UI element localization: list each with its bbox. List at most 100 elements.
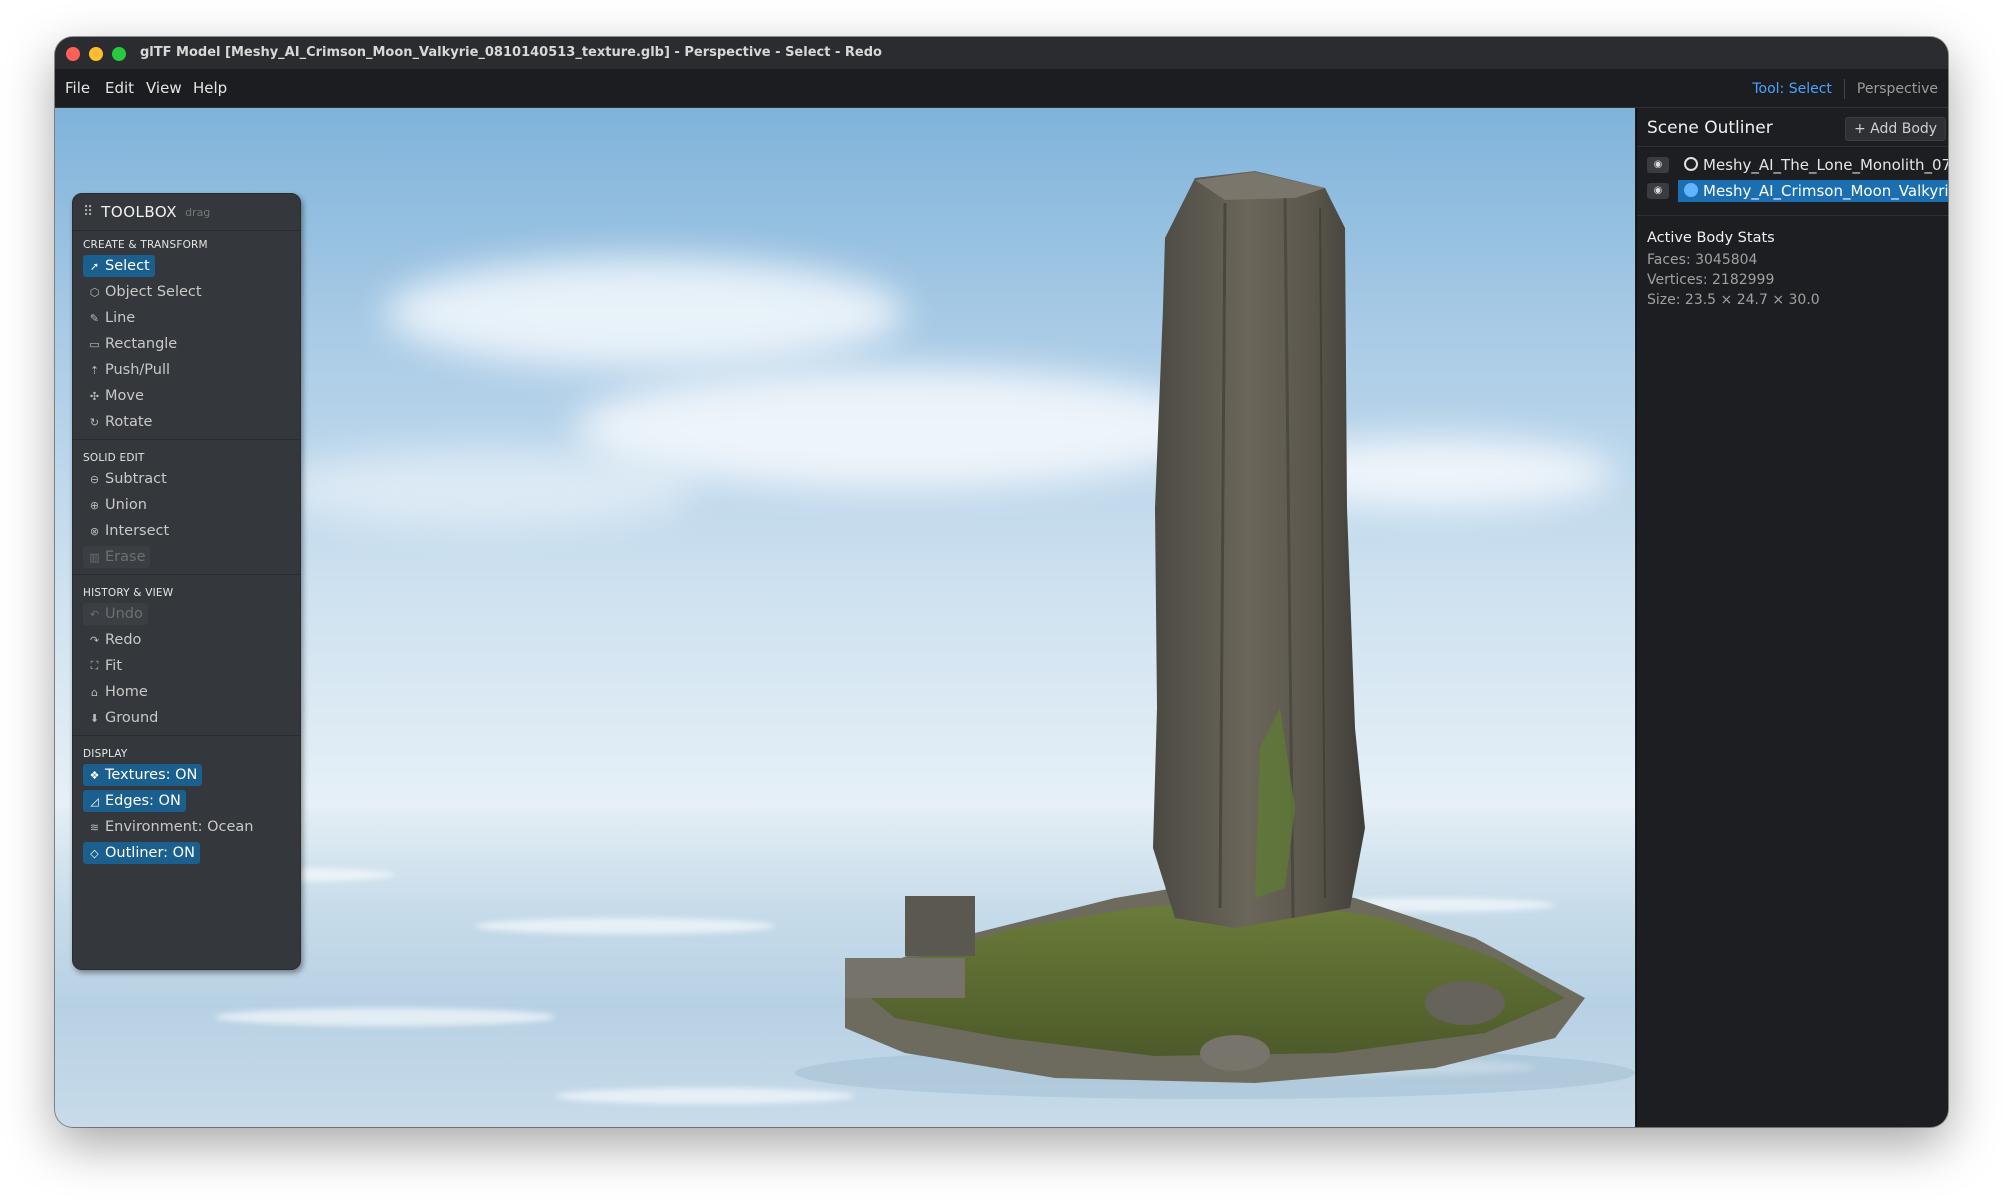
intersect-icon: ⊗ <box>89 524 100 538</box>
subtract-icon: ⊖ <box>89 472 100 486</box>
menu-file[interactable]: File <box>65 79 90 97</box>
tool-redo[interactable]: ↷ Redo <box>83 629 146 651</box>
body-row-selected[interactable]: ◉ Meshy_AI_Crimson_Moon_Valkyrie_0 <box>1637 179 1948 205</box>
outliner-title: Scene Outliner <box>1647 118 1773 138</box>
tool-label: Rotate <box>105 414 153 430</box>
maximize-window-button[interactable] <box>112 47 126 61</box>
menu-edit[interactable]: Edit <box>105 79 134 97</box>
section-divider <box>73 574 300 575</box>
3d-viewport[interactable]: ⠿ TOOLBOX drag CREATE & TRANSFORM ➚ Selec… <box>55 108 1635 1127</box>
section-divider <box>73 735 300 736</box>
active-body-stats: Active Body Stats Faces: 3045804 Vertice… <box>1637 216 1948 324</box>
move-arrows-icon: ✣ <box>89 389 100 403</box>
radio-filled-icon[interactable] <box>1684 183 1698 197</box>
visibility-eye-icon[interactable]: ◉ <box>1647 183 1669 199</box>
ground-arrow-icon: ⬇ <box>89 711 100 725</box>
radio-empty-icon[interactable] <box>1684 157 1698 171</box>
trash-icon: ▥ <box>89 550 100 564</box>
rotate-icon: ↻ <box>89 415 100 429</box>
tool-label: Textures: ON <box>105 767 198 783</box>
toolbox-header[interactable]: ⠿ TOOLBOX drag <box>73 194 300 231</box>
redo-icon: ↷ <box>89 633 100 647</box>
close-window-button[interactable] <box>66 47 80 61</box>
tool-union[interactable]: ⊕ Union <box>83 494 152 516</box>
tool-label: Undo <box>105 606 143 622</box>
tool-object-select[interactable]: ⬡ Object Select <box>83 281 207 303</box>
status-divider <box>1843 79 1845 99</box>
tool-intersect[interactable]: ⊗ Intersect <box>83 520 174 542</box>
tool-label: Fit <box>105 658 122 674</box>
tool-rectangle[interactable]: ▭ Rectangle <box>83 333 182 355</box>
tool-label: Environment: Ocean <box>105 819 254 835</box>
fit-frame-icon: ⛶ <box>90 659 99 672</box>
tool-label: Union <box>105 497 147 513</box>
outliner-divider <box>1637 146 1948 147</box>
drag-grip-icon[interactable]: ⠿ <box>83 204 93 220</box>
window-title: glTF Model [Meshy_AI_Crimson_Moon_Valkyr… <box>140 45 882 60</box>
toggle-edges[interactable]: ◿ Edges: ON <box>83 790 186 812</box>
tool-label: Outliner: ON <box>105 845 195 861</box>
stats-title: Active Body Stats <box>1647 230 1775 246</box>
tool-label: Rectangle <box>105 336 178 352</box>
body-name[interactable]: Meshy_AI_The_Lone_Monolith_0725 <box>1678 154 1948 176</box>
tool-subtract[interactable]: ⊖ Subtract <box>83 468 172 490</box>
tool-erase[interactable]: ▥ Erase <box>83 546 151 568</box>
tool-label: Push/Pull <box>105 362 171 378</box>
tool-fit[interactable]: ⛶ Fit <box>83 655 127 677</box>
tool-label: Erase <box>105 549 146 565</box>
visibility-eye-icon[interactable]: ◉ <box>1647 157 1669 173</box>
cube-icon: ⬡ <box>89 285 100 299</box>
body-label: Meshy_AI_Crimson_Moon_Valkyrie_0 <box>1703 182 1948 200</box>
tag-icon: ◇ <box>90 846 99 860</box>
body-name-selected[interactable]: Meshy_AI_Crimson_Moon_Valkyrie_0 <box>1678 180 1948 202</box>
pencil-icon: ✎ <box>89 311 100 325</box>
toolbox-title: TOOLBOX <box>101 203 178 221</box>
menu-view[interactable]: View <box>146 79 182 97</box>
tool-label: Edges: ON <box>105 793 181 809</box>
section-solid-edit: SOLID EDIT <box>83 452 145 464</box>
menu-help[interactable]: Help <box>193 79 227 97</box>
undo-icon: ↶ <box>89 607 100 621</box>
toggle-environment[interactable]: ≋ Environment: Ocean <box>83 816 258 838</box>
section-create-transform: CREATE & TRANSFORM <box>83 239 208 251</box>
boulder <box>1200 1035 1270 1071</box>
add-body-button[interactable]: + Add Body <box>1845 117 1947 141</box>
home-icon: ⌂ <box>91 685 98 699</box>
app-window: glTF Model [Meshy_AI_Crimson_Moon_Valkyr… <box>55 37 1948 1127</box>
tool-label: Ground <box>105 710 159 726</box>
body-label: Meshy_AI_The_Lone_Monolith_0725 <box>1703 156 1948 174</box>
tool-select[interactable]: ➚ Select <box>83 255 155 277</box>
wave-icon: ≋ <box>89 820 100 834</box>
tool-label: Redo <box>105 632 142 648</box>
texture-icon: ❖ <box>89 768 100 782</box>
tool-undo[interactable]: ↶ Undo <box>83 603 148 625</box>
section-history-view: HISTORY & VIEW <box>83 587 174 599</box>
toolbox-panel[interactable]: ⠿ TOOLBOX drag CREATE & TRANSFORM ➚ Selec… <box>72 193 301 970</box>
toggle-outliner[interactable]: ◇ Outliner: ON <box>83 842 200 864</box>
tool-label: Object Select <box>105 284 202 300</box>
tool-label: Home <box>105 684 148 700</box>
body-row[interactable]: ◉ Meshy_AI_The_Lone_Monolith_0725 <box>1637 153 1948 179</box>
tool-label: Select <box>105 258 150 274</box>
stats-size: Size: 23.5 × 24.7 × 30.0 <box>1647 292 1820 308</box>
section-display: DISPLAY <box>83 748 128 760</box>
minimize-window-button[interactable] <box>89 47 103 61</box>
tool-rotate[interactable]: ↻ Rotate <box>83 411 157 433</box>
status-area: Tool: Select Perspective <box>1752 79 1938 99</box>
tool-push-pull[interactable]: ⇡ Push/Pull <box>83 359 175 381</box>
boulder <box>845 958 965 998</box>
tool-move[interactable]: ✣ Move <box>83 385 149 407</box>
boulder <box>1425 981 1505 1025</box>
stats-vertices: Vertices: 2182999 <box>1647 272 1775 288</box>
tool-label: Intersect <box>105 523 170 539</box>
boulder <box>905 896 975 956</box>
tool-label: Move <box>105 388 144 404</box>
tool-line[interactable]: ✎ Line <box>83 307 140 329</box>
push-pull-icon: ⇡ <box>89 363 100 377</box>
edges-icon: ◿ <box>90 794 99 808</box>
toggle-textures[interactable]: ❖ Textures: ON <box>83 764 203 786</box>
union-icon: ⊕ <box>89 498 100 512</box>
cursor-arrow-icon: ➚ <box>89 259 100 273</box>
tool-ground[interactable]: ⬇ Ground <box>83 707 163 729</box>
tool-home[interactable]: ⌂ Home <box>83 681 153 703</box>
